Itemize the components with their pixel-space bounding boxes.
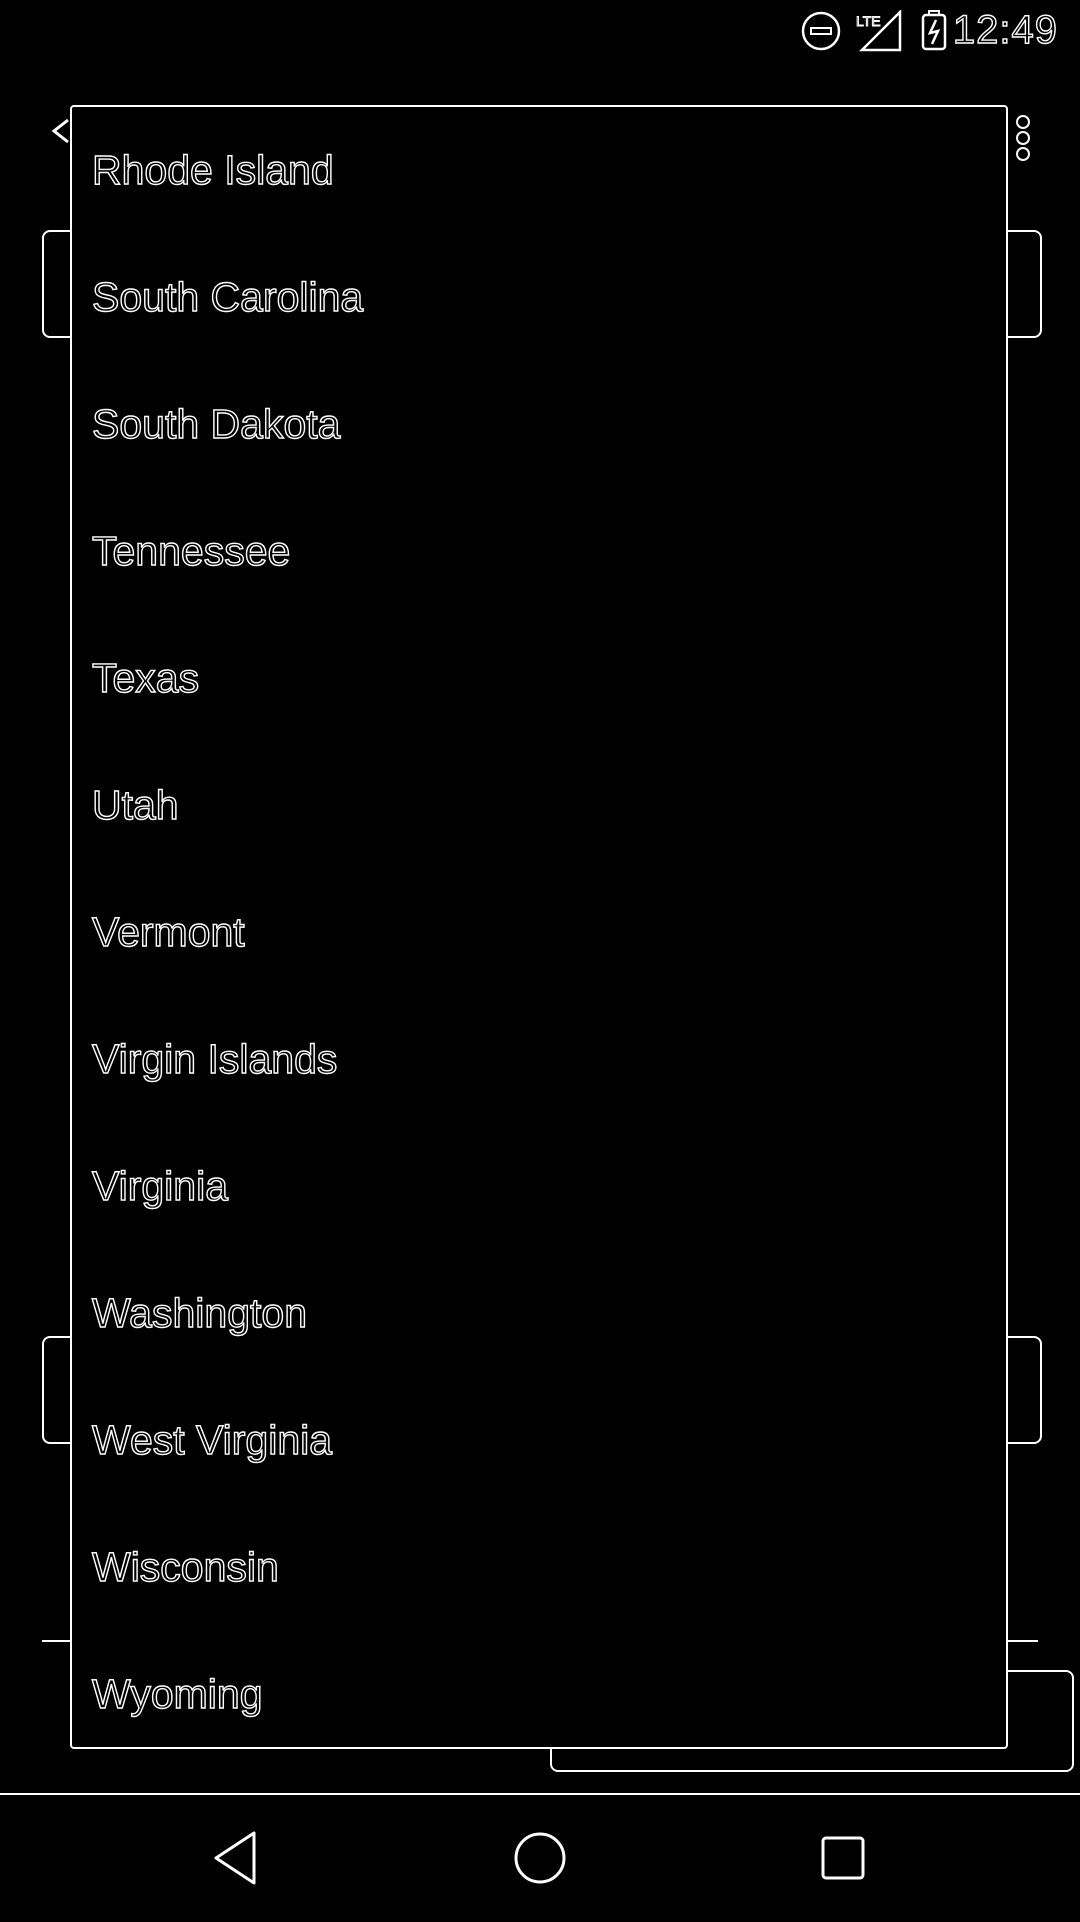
- dropdown-option[interactable]: Virginia: [72, 1123, 1006, 1250]
- network-type-label: LTE: [856, 13, 881, 29]
- dropdown-option[interactable]: Utah: [72, 742, 1006, 869]
- back-icon[interactable]: [204, 1825, 270, 1891]
- dropdown-option[interactable]: South Carolina: [72, 234, 1006, 361]
- overflow-menu-icon: [1016, 131, 1030, 145]
- dropdown-option[interactable]: Washington: [72, 1250, 1006, 1377]
- state-dropdown-list: Rhode Island South Carolina South Dakota…: [70, 105, 1008, 1749]
- dropdown-option[interactable]: Tennessee: [72, 488, 1006, 615]
- do-not-disturb-icon: [801, 11, 841, 51]
- dropdown-option[interactable]: West Virginia: [72, 1377, 1006, 1504]
- recents-icon[interactable]: [810, 1825, 876, 1891]
- home-icon[interactable]: [507, 1825, 573, 1891]
- navigation-bar: [0, 1793, 1080, 1922]
- status-time: 12:49: [952, 7, 1058, 52]
- battery-charging-icon: [921, 10, 947, 51]
- dropdown-option[interactable]: Rhode Island: [72, 107, 1006, 234]
- dropdown-option[interactable]: Vermont: [72, 869, 1006, 996]
- dropdown-option[interactable]: Wyoming: [72, 1631, 1006, 1758]
- signal-icon: LTE: [856, 10, 902, 52]
- dropdown-option[interactable]: South Dakota: [72, 361, 1006, 488]
- overflow-menu-icon: [1016, 147, 1030, 161]
- overflow-menu-icon: [1016, 115, 1030, 129]
- dropdown-option[interactable]: Texas: [72, 615, 1006, 742]
- dropdown-option[interactable]: Wisconsin: [72, 1504, 1006, 1631]
- status-bar: LTE 12:49: [0, 0, 1080, 64]
- dropdown-option[interactable]: Virgin Islands: [72, 996, 1006, 1123]
